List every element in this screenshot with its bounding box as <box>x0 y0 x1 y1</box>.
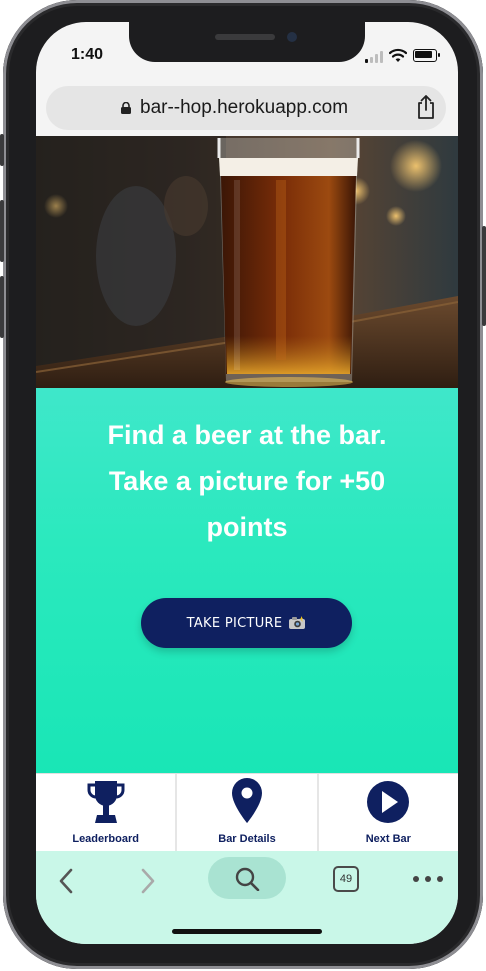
search-icon <box>235 867 260 891</box>
screen: 1:40 bar--hop.herokuapp.com Find a beer … <box>36 22 458 944</box>
trophy-icon <box>87 781 125 823</box>
volume-down-button <box>0 276 4 338</box>
status-time: 1:40 <box>71 46 104 63</box>
tab-count-button[interactable]: 49 <box>333 866 359 892</box>
tab-next-bar-label: Next Bar <box>365 833 411 845</box>
back-icon[interactable] <box>56 867 76 895</box>
tab-bar-details-label: Bar Details <box>218 833 276 845</box>
battery-icon <box>413 49 440 62</box>
search-button[interactable] <box>208 857 286 899</box>
challenge-text: Find a beer at the bar. Take a picture f… <box>56 412 438 550</box>
notch <box>129 22 365 62</box>
tab-next-bar[interactable]: Next Bar <box>319 774 458 852</box>
map-pin-icon <box>231 778 262 823</box>
take-picture-button[interactable]: TAKE PICTURE <box>141 598 352 648</box>
speaker-grille <box>215 34 275 40</box>
wifi-icon <box>389 48 407 62</box>
more-options-icon[interactable] <box>413 876 443 882</box>
play-circle-icon <box>367 781 410 823</box>
home-indicator[interactable] <box>172 929 322 934</box>
tab-leaderboard[interactable]: Leaderboard <box>36 774 178 852</box>
browser-toolbar: 49 <box>36 851 458 944</box>
power-button <box>482 226 486 326</box>
phone-frame: 1:40 bar--hop.herokuapp.com Find a beer … <box>0 0 486 969</box>
lock-icon <box>121 102 131 114</box>
tab-leaderboard-label: Leaderboard <box>72 833 139 845</box>
app-tab-bar: Leaderboard Bar Details Next Bar <box>36 773 458 852</box>
cellular-signal-icon <box>365 51 385 63</box>
silent-switch <box>0 134 4 166</box>
url-text[interactable]: bar--hop.herokuapp.com <box>140 97 348 119</box>
url-bar[interactable]: bar--hop.herokuapp.com <box>46 86 446 130</box>
challenge-panel: Find a beer at the bar. Take a picture f… <box>36 388 458 773</box>
camera-flash-icon <box>289 616 306 629</box>
share-icon[interactable] <box>414 94 438 120</box>
headline-line-2: Take a picture for +50 <box>108 466 386 496</box>
take-picture-label: TAKE PICTURE <box>186 615 283 631</box>
front-camera <box>287 32 297 42</box>
forward-icon[interactable] <box>138 867 158 895</box>
tab-bar-details[interactable]: Bar Details <box>177 774 319 852</box>
headline-line-1: Find a beer at the bar. <box>107 420 387 450</box>
headline-line-3: points <box>206 512 288 542</box>
volume-up-button <box>0 200 4 262</box>
beer-hero-image <box>36 136 458 388</box>
